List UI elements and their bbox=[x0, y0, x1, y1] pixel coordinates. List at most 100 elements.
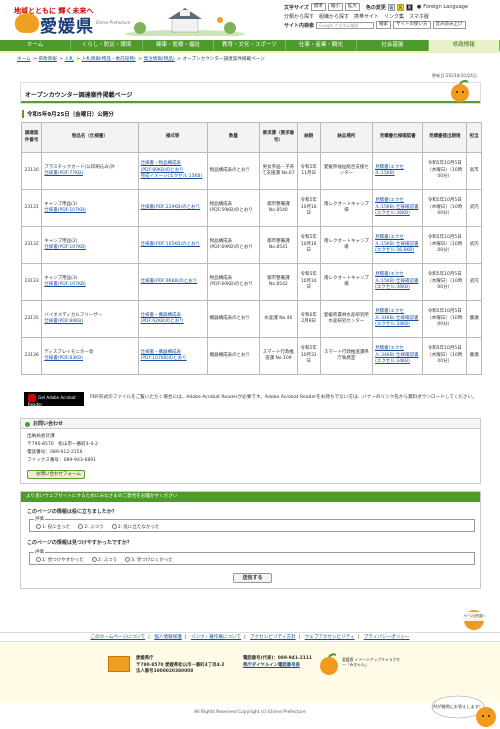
cell-item: バイオメディカルフリーザー 仕様書(PDF:80KB) bbox=[41, 300, 139, 338]
survey-q1-option-3[interactable]: 3: 役に立たなかった bbox=[111, 524, 159, 530]
cell-quote[interactable]: 見積書(エクセル:34KB) 仕様確認書(エクセル:34KB) bbox=[372, 300, 424, 338]
nav-industry[interactable]: 仕事・産業・観光 bbox=[286, 40, 358, 51]
category-search-link[interactable]: 分類から探す bbox=[284, 13, 314, 20]
survey-fieldset-1: 評価 1: 役に立った 2: ふつう 3: 役に立たなかった bbox=[29, 516, 475, 532]
footer-link-privacy[interactable]: 個人情報保護 bbox=[154, 635, 182, 640]
ai-chat-label: AIが質問にお答えします！ bbox=[433, 703, 483, 710]
spec-link[interactable]: 仕様書(PDF:107KB) bbox=[44, 282, 135, 289]
spec-link[interactable]: 仕様書(PDF:107KB) bbox=[44, 245, 135, 252]
cell-place: 愛媛県農林水産研究所水産研究センター bbox=[319, 300, 374, 338]
col-forms: 様式等 bbox=[137, 122, 208, 153]
color-black-button[interactable]: 黒 bbox=[405, 3, 413, 11]
footer-phone-number: 電話番号(代表)：089-941-2111 bbox=[243, 656, 312, 661]
color-yellow-button[interactable]: 黄 bbox=[396, 3, 404, 11]
ai-chat-button[interactable]: AIが質問にお答えします！ bbox=[428, 690, 498, 728]
survey-q2-option-3[interactable]: 3: 見つけにくかった bbox=[125, 557, 173, 563]
cell-deadline: 令和5年10月5日（木曜日）（10時00分） bbox=[422, 226, 468, 264]
acrobat-reader-banner[interactable]: Get Adobe Acrobat Reader bbox=[24, 392, 84, 407]
cell-due: 令和5年11月日 bbox=[296, 152, 321, 190]
cell-staff: 武内 bbox=[466, 189, 482, 227]
cell-staff: 廣瀬 bbox=[466, 300, 482, 338]
form-link[interactable]: 仕様書・機器構成表(PDF:107KB)のとおり bbox=[141, 350, 205, 363]
contact-form-button[interactable]: お問い合わせフォーム bbox=[27, 470, 85, 479]
cell-quote[interactable]: 見積書(エクセル:15KB) 仕様確認書(エクセル:36KB) bbox=[372, 263, 424, 301]
site-logo[interactable]: 愛媛県 bbox=[40, 12, 94, 37]
cell-number: 23135 bbox=[20, 300, 43, 338]
survey-q1-option-1[interactable]: 1: 役に立った bbox=[36, 524, 70, 530]
cell-deadline: 令和5年10月5日（木曜日）（10時00分） bbox=[422, 152, 468, 190]
nav-infrastructure[interactable]: 社会基盤 bbox=[357, 40, 429, 51]
breadcrumb-current: オープンカウンター調達案件掲載ページ bbox=[182, 57, 265, 62]
page-top-button[interactable]: ページの先頭へ bbox=[461, 607, 488, 631]
breadcrumb-bidding[interactable]: 入札 bbox=[65, 57, 74, 62]
spec-link[interactable]: 仕様書(PDF:107KB) bbox=[44, 208, 135, 215]
form-link[interactable]: 仕様書(PDF:96KB)のとおり bbox=[141, 279, 205, 286]
form-link[interactable]: 仕様書(PDF:229KB)のとおり bbox=[141, 205, 205, 212]
cell-number: 23133 bbox=[20, 263, 43, 301]
foreign-language-link[interactable]: Foreign Language bbox=[423, 4, 468, 10]
form-link[interactable]: 完成イメージ(エクセル:15KB) bbox=[141, 174, 205, 181]
mikan-mascot-icon bbox=[320, 653, 338, 675]
site-usage-button[interactable]: サイトの使い方 bbox=[393, 21, 431, 29]
acrobat-icon bbox=[28, 394, 36, 402]
text-size-small-button[interactable]: 縮小 bbox=[327, 3, 343, 11]
footer-link-copyright[interactable]: リンク・著作権について bbox=[191, 635, 241, 640]
link-collection-link[interactable]: リンク集 bbox=[384, 13, 404, 20]
cell-quote[interactable]: 見積書(エクセル:34KB) 仕様確認書(エクセル:34KB) bbox=[372, 337, 424, 375]
footer-link-privacy-policy[interactable]: プライバシーポリシー bbox=[364, 635, 410, 640]
nav-health[interactable]: 健康・医療・福祉 bbox=[143, 40, 215, 51]
contact-box: お問い合わせ 出納局会計課 〒790-8570 松山市一番町4-4-2 電話番号… bbox=[20, 418, 481, 484]
mobile-site-link[interactable]: 携帯サイト bbox=[354, 13, 379, 20]
breadcrumb-bid-info[interactable]: 入札情報(物品・委託役務) bbox=[82, 57, 136, 62]
smartphone-link[interactable]: スマホ版 bbox=[409, 13, 429, 20]
color-blue-button[interactable]: 青 bbox=[387, 3, 395, 11]
nav-education[interactable]: 教育・文化・スポーツ bbox=[214, 40, 286, 51]
copyright: All Rights Reserved Copyright (c) Ehime … bbox=[194, 710, 306, 715]
nav-home[interactable]: ホーム bbox=[0, 40, 72, 51]
nav-prefectural-info[interactable]: 県政情報 bbox=[428, 40, 500, 51]
form-link[interactable]: 仕様書・物品構成表(PDF:80KB)のとおり bbox=[141, 161, 205, 174]
cell-deadline: 令和5年10月5日（木曜日）（10時00分） bbox=[422, 263, 468, 301]
survey-q2-option-2[interactable]: 2: ふつう bbox=[91, 557, 117, 563]
survey-q2-option-1[interactable]: 1: 見つけやすかった bbox=[36, 557, 84, 563]
cell-quote[interactable]: 見積書(エクセル:15KB) 仕様確認書(エクセル:36.6KB) bbox=[372, 226, 424, 264]
cell-staff: 武内 bbox=[466, 226, 482, 264]
footer-link-web-accessibility[interactable]: ウェブアクセシビリティ bbox=[305, 635, 355, 640]
survey-question-1: このページの情報は役に立ちましたか？ bbox=[27, 509, 117, 515]
cell-deadline: 令和5年10月5日（木曜日）（10時00分） bbox=[422, 337, 468, 375]
page-title-box: オープンカウンター調達案件掲載ページ bbox=[20, 79, 481, 104]
cell-quote[interactable]: 見積書(エクセル:15KB) 仕様確認書(エクセル:36KB) bbox=[372, 189, 424, 227]
nav-life[interactable]: くらし・防災・環境 bbox=[71, 40, 143, 51]
search-input[interactable]: Google カスタム検索 bbox=[316, 21, 375, 29]
cell-due: 令和6年2月8日 bbox=[296, 300, 321, 338]
organization-search-link[interactable]: 組織から探す bbox=[319, 13, 349, 20]
survey-submit-button[interactable]: 送信する bbox=[233, 573, 272, 583]
castle-illustration-icon bbox=[125, 8, 245, 36]
form-link[interactable]: 仕様書(PDF:105KB)のとおり bbox=[141, 242, 205, 249]
footer-link-accessibility-policy[interactable]: アクセシビリティ方針 bbox=[250, 635, 295, 640]
footer-dial-link[interactable]: 県庁ダイヤルイン電話番号表 bbox=[243, 663, 312, 670]
col-staff: 担当 bbox=[466, 122, 482, 153]
footer-link-about[interactable]: このホームページについて bbox=[90, 635, 145, 640]
cell-place: スマート行政推進課県庁執務室 bbox=[319, 337, 374, 375]
text-size-standard-button[interactable]: 標準 bbox=[310, 3, 326, 11]
breadcrumb-order-info[interactable]: 発注情報(物品) bbox=[144, 57, 175, 62]
cell-item: ディスプレイモニター等 仕様書(PDF:83KB) bbox=[41, 337, 139, 375]
cell-forms: 仕様書(PDF:96KB)のとおり bbox=[137, 263, 208, 301]
spec-link[interactable]: 仕様書(PDF:83KB) bbox=[44, 356, 135, 363]
form-link[interactable]: 仕様書・機器構成表(PDF:92KB)のとおり bbox=[141, 313, 205, 326]
breadcrumb-home[interactable]: ホーム bbox=[17, 57, 31, 62]
spec-link[interactable]: 仕様書(PDF:77KB) bbox=[44, 171, 135, 178]
cell-item: キャンプ用品(3) 仕様書(PDF:107KB) bbox=[41, 263, 139, 301]
cell-quote[interactable]: 見積書(エクセル:15KB) bbox=[372, 152, 424, 190]
contact-details: 出納局会計課 〒790-8570 松山市一番町4-4-2 電話番号：089-91… bbox=[27, 433, 98, 465]
cell-number: 23131 bbox=[20, 189, 43, 227]
col-item: 物品名（仕様書） bbox=[41, 122, 139, 153]
breadcrumb-prefectural-info[interactable]: 県政情報 bbox=[38, 57, 56, 62]
search-button[interactable]: 検索 bbox=[376, 21, 392, 29]
contact-fax: ファックス番号：089-943-6891 bbox=[27, 458, 97, 463]
survey-q1-option-2[interactable]: 2: ふつう bbox=[78, 524, 104, 530]
text-size-large-button[interactable]: 拡大 bbox=[344, 3, 360, 11]
voice-reading-button[interactable]: 音声読み上げ bbox=[432, 21, 466, 29]
spec-link[interactable]: 仕様書(PDF:80KB) bbox=[44, 319, 135, 326]
